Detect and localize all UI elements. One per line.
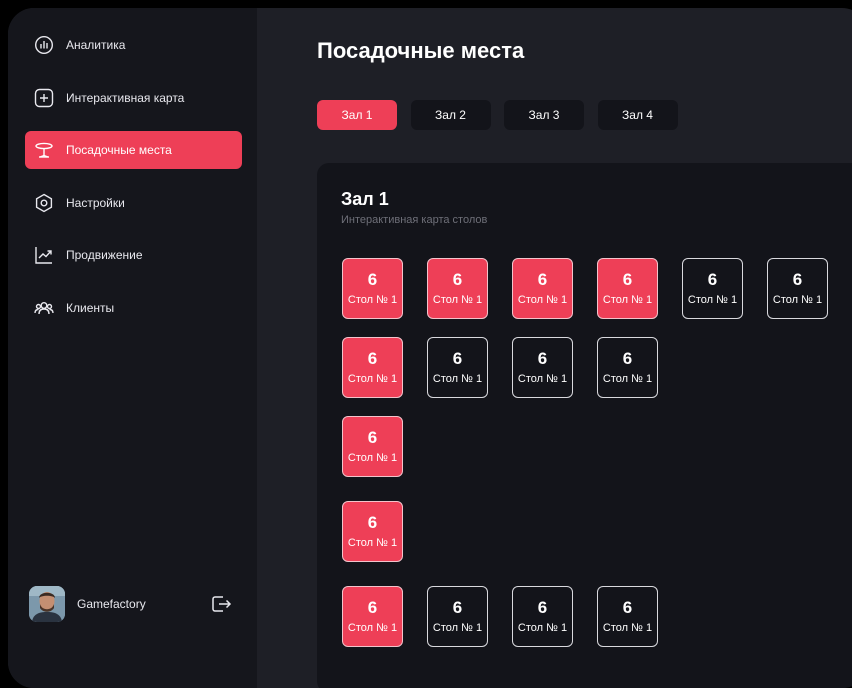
sidebar: Аналитика Интерактивная карта Посадочные… <box>8 8 257 688</box>
users-icon <box>34 298 54 318</box>
sidebar-item-label: Интерактивная карта <box>66 90 185 105</box>
user-name: Gamefactory <box>77 597 146 611</box>
table-card[interactable]: 6 Стол № 1 <box>342 416 403 477</box>
table-card[interactable]: 6 Стол № 1 <box>427 258 488 319</box>
table-seats: 6 <box>367 598 378 617</box>
table-card[interactable]: 6 Стол № 1 <box>767 258 828 319</box>
table-name: Стол № 1 <box>602 294 653 306</box>
table-seats: 6 <box>367 513 378 532</box>
user-profile: Gamefactory <box>29 586 232 622</box>
table-name: Стол № 1 <box>517 622 568 634</box>
table-name: Стол № 1 <box>432 622 483 634</box>
table-seats: 6 <box>537 270 548 289</box>
table-seats: 6 <box>707 270 718 289</box>
bar-chart-icon <box>34 35 54 55</box>
tab-hall-3[interactable]: Зал 3 <box>504 100 584 130</box>
table-card[interactable]: 6 Стол № 1 <box>597 586 658 647</box>
avatar[interactable] <box>29 586 65 622</box>
sidebar-item-promotion[interactable]: Продвижение <box>25 236 242 274</box>
table-seats: 6 <box>367 349 378 368</box>
sidebar-item-seating[interactable]: Посадочные места <box>25 131 242 169</box>
sidebar-item-label: Аналитика <box>66 38 126 52</box>
table-seats: 6 <box>452 598 463 617</box>
table-icon <box>34 140 54 160</box>
table-card[interactable]: 6 Стол № 1 <box>512 258 573 319</box>
table-name: Стол № 1 <box>432 294 483 306</box>
table-name: Стол № 1 <box>687 294 738 306</box>
table-card[interactable]: 6 Стол № 1 <box>342 586 403 647</box>
table-name: Стол № 1 <box>432 373 483 385</box>
table-card[interactable]: 6 Стол № 1 <box>427 586 488 647</box>
table-card[interactable]: 6 Стол № 1 <box>342 258 403 319</box>
table-seats: 6 <box>792 270 803 289</box>
trend-chart-icon <box>34 245 54 265</box>
table-name: Стол № 1 <box>602 622 653 634</box>
sidebar-item-label: Клиенты <box>66 300 115 315</box>
tab-hall-1[interactable]: Зал 1 <box>317 100 397 130</box>
sidebar-item-label: Продвижение <box>66 248 143 262</box>
hall-panel: Зал 1 Интерактивная карта столов 6 Стол №… <box>317 163 852 688</box>
sidebar-item-label: Настройки <box>66 195 125 210</box>
plus-square-icon <box>34 88 54 108</box>
table-card[interactable]: 6 Стол № 1 <box>682 258 743 319</box>
table-card[interactable]: 6 Стол № 1 <box>427 337 488 398</box>
table-seats: 6 <box>537 598 548 617</box>
logout-icon[interactable] <box>210 593 232 615</box>
sidebar-item-interactive-map[interactable]: Интерактивная карта <box>25 79 242 117</box>
table-name: Стол № 1 <box>347 452 398 464</box>
app-window: Аналитика Интерактивная карта Посадочные… <box>8 8 852 688</box>
hexagon-settings-icon <box>34 193 54 213</box>
page-title: Посадочные места <box>317 38 525 63</box>
table-seats: 6 <box>367 270 378 289</box>
sidebar-item-clients[interactable]: Клиенты <box>25 289 242 327</box>
sidebar-nav: Аналитика Интерактивная карта Посадочные… <box>25 26 242 341</box>
main-content: Посадочные места Зал 1 Зал 2 Зал 3 Зал 4… <box>257 8 852 688</box>
table-name: Стол № 1 <box>347 622 398 634</box>
table-seats: 6 <box>622 598 633 617</box>
table-name: Стол № 1 <box>517 373 568 385</box>
table-name: Стол № 1 <box>772 294 823 306</box>
table-name: Стол № 1 <box>517 294 568 306</box>
tab-hall-2[interactable]: Зал 2 <box>410 100 491 130</box>
table-name: Стол № 1 <box>347 294 398 306</box>
table-card[interactable]: 6 Стол № 1 <box>512 337 573 398</box>
tab-hall-4[interactable]: Зал 4 <box>597 100 678 130</box>
table-card[interactable]: 6 Стол № 1 <box>512 586 573 647</box>
hall-title: Зал 1 <box>341 189 389 209</box>
table-card[interactable]: 6 Стол № 1 <box>342 501 403 562</box>
table-seats: 6 <box>622 349 633 368</box>
table-seats: 6 <box>367 428 378 447</box>
sidebar-item-label: Посадочные места <box>66 143 172 157</box>
hall-subtitle: Интерактивная карта столов <box>341 214 488 226</box>
table-seats: 6 <box>452 270 463 289</box>
sidebar-item-analytics[interactable]: Аналитика <box>25 26 242 64</box>
table-card[interactable]: 6 Стол № 1 <box>597 337 658 398</box>
table-seats: 6 <box>452 349 463 368</box>
table-seats: 6 <box>537 349 548 368</box>
table-seats: 6 <box>622 270 633 289</box>
hall-tabs: Зал 1 Зал 2 Зал 3 Зал 4 <box>317 100 691 130</box>
table-name: Стол № 1 <box>602 373 653 385</box>
table-name: Стол № 1 <box>347 373 398 385</box>
sidebar-item-settings[interactable]: Настройки <box>25 184 242 222</box>
table-card[interactable]: 6 Стол № 1 <box>342 337 403 398</box>
table-name: Стол № 1 <box>347 537 398 549</box>
table-card[interactable]: 6 Стол № 1 <box>597 258 658 319</box>
